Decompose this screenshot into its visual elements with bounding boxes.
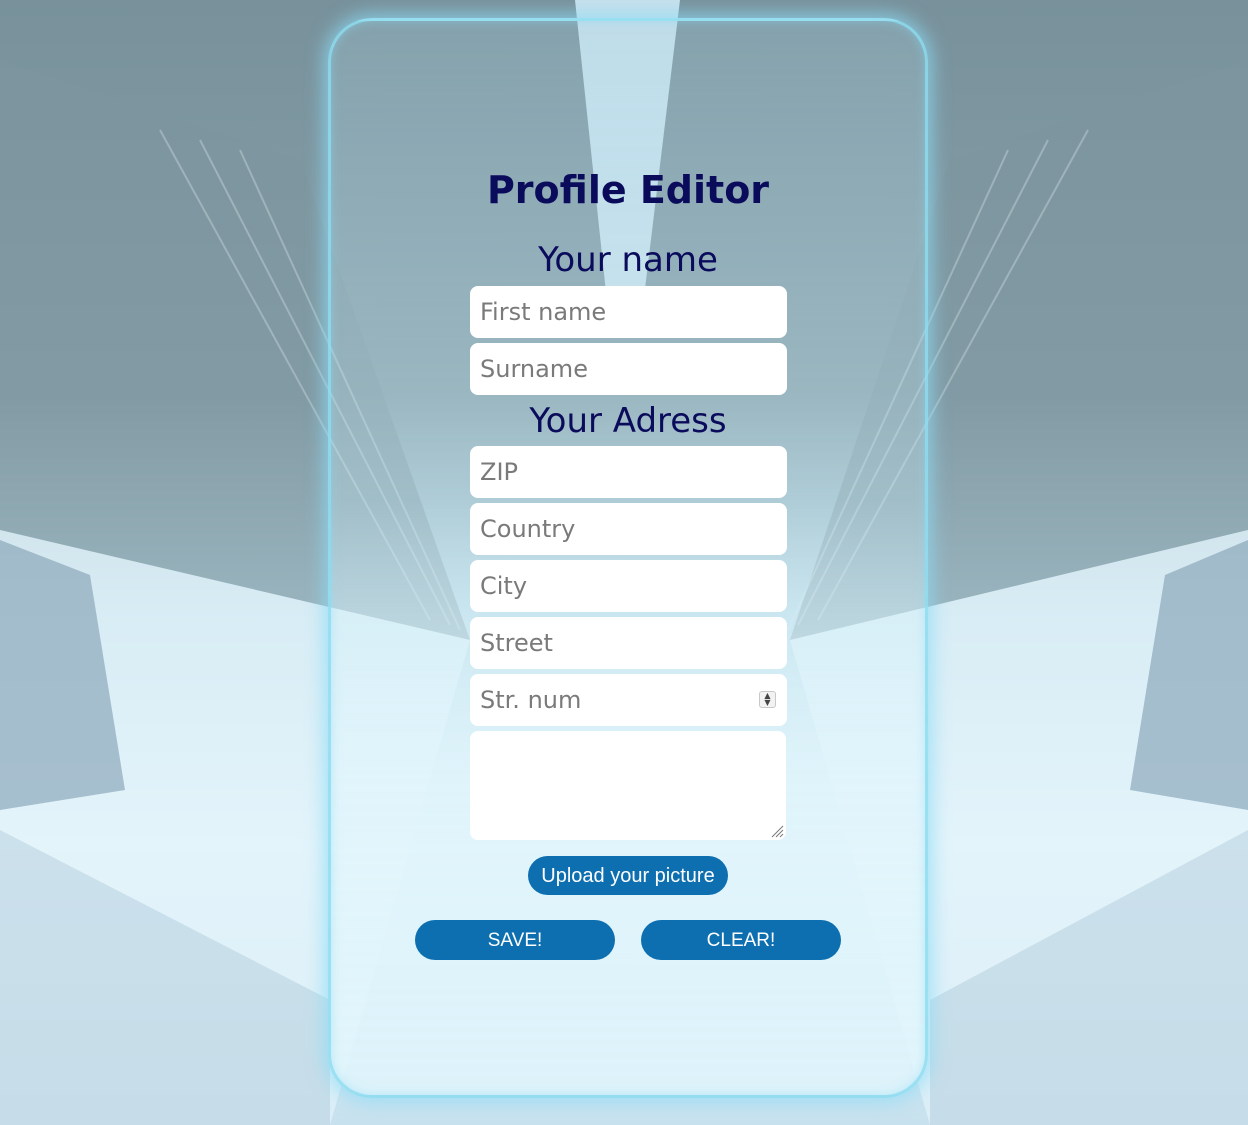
name-section-heading: Your name	[538, 240, 718, 280]
first-name-input[interactable]	[470, 286, 787, 338]
notes-textarea[interactable]	[470, 731, 786, 840]
address-section-heading: Your Adress	[529, 401, 727, 441]
save-button[interactable]: SAVE!	[415, 920, 615, 960]
street-input[interactable]	[470, 617, 787, 669]
number-spinner-icon[interactable]: ▲ ▼	[759, 691, 776, 708]
upload-picture-button[interactable]: Upload your picture	[528, 856, 728, 895]
resize-handle-icon[interactable]	[770, 824, 784, 838]
city-input[interactable]	[470, 560, 787, 612]
country-input[interactable]	[470, 503, 787, 555]
clear-button[interactable]: CLEAR!	[641, 920, 841, 960]
street-number-input[interactable]	[470, 674, 787, 726]
zip-input[interactable]	[470, 446, 787, 498]
page-title: Profile Editor	[486, 168, 770, 212]
surname-input[interactable]	[470, 343, 787, 395]
